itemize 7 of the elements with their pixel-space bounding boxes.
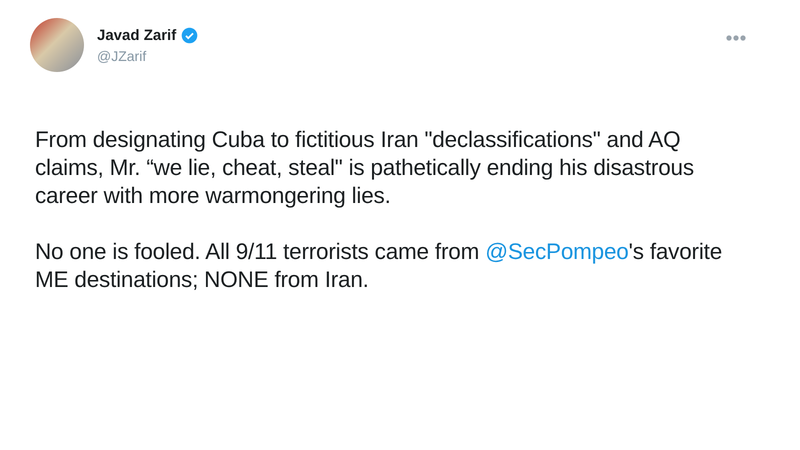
author-name: Javad Zarif bbox=[97, 26, 176, 44]
more-options-icon[interactable] bbox=[726, 34, 746, 42]
tweet-text: No one is fooled. All 9/11 terrorists came from @SecPompeo's favorite ME destinations; NONE from Iran. bbox=[35, 238, 724, 294]
avatar-photo bbox=[30, 18, 84, 72]
mention-link[interactable]: @SecPompeo bbox=[485, 239, 629, 264]
tweet-text: From designating Cuba to fictitious Iran "declassifications" and AQ claims, Mr. “we lie, cheat, steal" is pathetically ending his disastrous career with more warmongering lies. bbox=[35, 126, 695, 210]
author-handle: @JZarif bbox=[97, 48, 148, 64]
